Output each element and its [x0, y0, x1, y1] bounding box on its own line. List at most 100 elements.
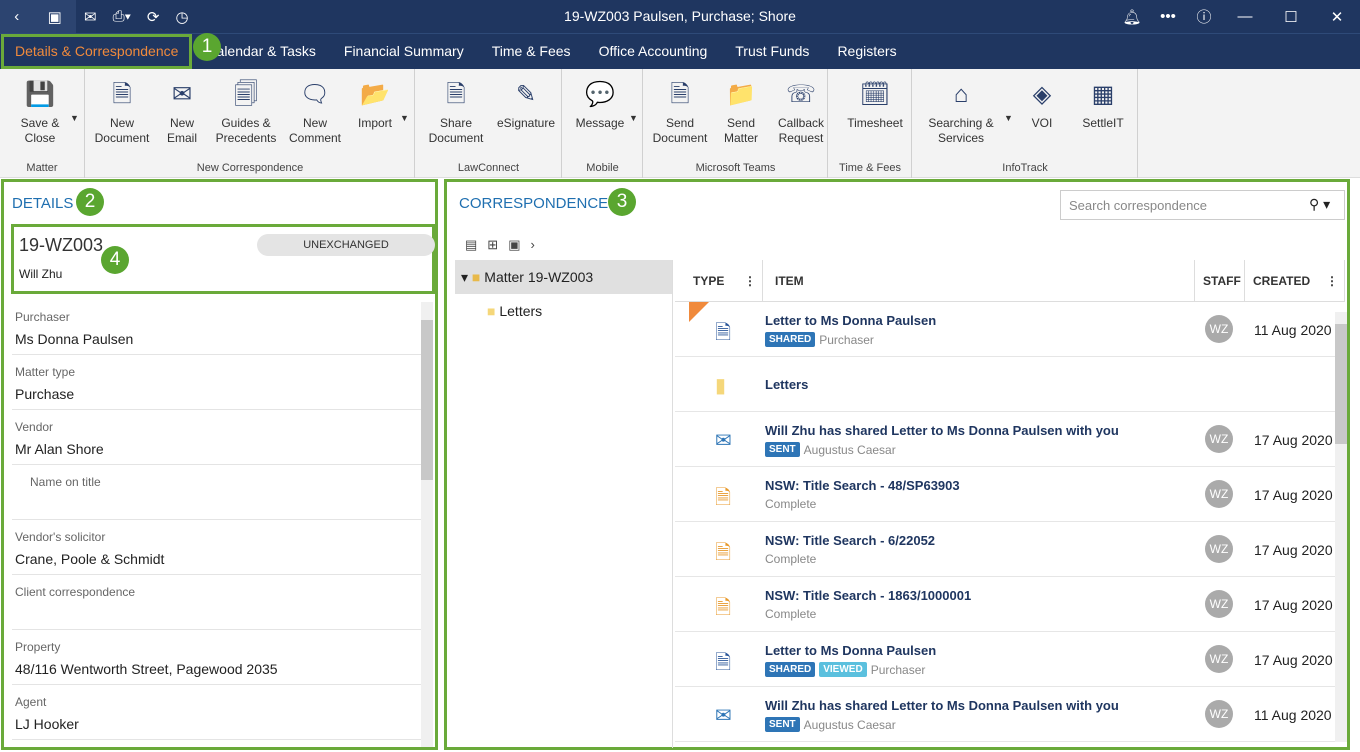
field-value[interactable]: Crane, Poole & Schmidt [15, 551, 421, 567]
message-options-dropdown-icon[interactable]: ▼ [629, 113, 638, 123]
close-icon[interactable]: ✕ [1314, 8, 1360, 26]
ribbon-button-label: New [302, 116, 327, 130]
item-recipient: Augustus Caesar [803, 442, 896, 457]
matter-owner: Will Zhu [19, 267, 63, 281]
ribbon-button-save--close[interactable]: 💾 Save & Close [12, 79, 68, 146]
title-search-icon: 🗎 [715, 487, 732, 509]
more-icon[interactable]: ••• [1150, 8, 1186, 25]
ribbon-button-import[interactable]: 📂 Import [350, 79, 400, 131]
status-tag: VIEWED [819, 662, 867, 677]
matter-id: 19-WZ003 [19, 235, 104, 255]
item-title[interactable]: Letter to Ms Donna Paulsen [765, 643, 936, 658]
created-date: 17 Aug 2020 [1254, 597, 1333, 613]
tab-trust-funds[interactable]: Trust Funds [721, 34, 823, 69]
title-search-icon: 🗎 [715, 597, 732, 619]
table-row[interactable]: 🗎 NSW: Title Search - 6/22052 Complete WZ 17… [675, 522, 1345, 577]
details-scrollbar[interactable] [421, 302, 433, 747]
item-title[interactable]: Will Zhu has shared Letter to Ms Donna P… [765, 423, 1119, 438]
import-options-dropdown-icon[interactable]: ▼ [400, 113, 409, 123]
ribbon-button-new-email[interactable]: ✉ New Email [160, 79, 204, 146]
new-email-icon: ✉ [171, 81, 193, 108]
table-row[interactable]: 🗎 Letter to Ms Donna Paulsen SHARED VIEWED P… [675, 632, 1345, 687]
table-row[interactable]: ✉ Will Zhu has shared Letter to Ms Donna … [675, 412, 1345, 467]
maximize-icon[interactable]: ☐ [1268, 8, 1314, 26]
ribbon-button-message[interactable]: 💬 Message [572, 79, 628, 131]
column-menu-icon[interactable]: ⋮ [744, 260, 756, 302]
save-options-dropdown-icon[interactable]: ▼ [70, 113, 79, 123]
item-title[interactable]: Will Zhu has shared Letter to Ms Donna P… [765, 698, 1119, 713]
tab-details-correspondence[interactable]: Details & Correspondence [1, 34, 193, 69]
column-header-staff[interactable]: STAFF [1195, 259, 1245, 302]
layout-icon[interactable]: ▤ [465, 237, 487, 252]
table-row[interactable]: 🗎 NSW: Title Search - 48/SP63903 Complete W… [675, 467, 1345, 522]
settleit-icon: ▦ [1091, 81, 1115, 108]
created-date: 17 Aug 2020 [1254, 542, 1333, 558]
item-title[interactable]: Letters [765, 377, 808, 392]
tab-time-fees[interactable]: Time & Fees [478, 34, 585, 69]
search-input[interactable]: Search correspondence [1060, 190, 1345, 220]
ribbon-button-timesheet[interactable]: 🗓 Timesheet [842, 79, 908, 131]
ribbon-button-label: Services [937, 131, 984, 145]
ribbon-button-voi[interactable]: ◈ VOI [1020, 79, 1064, 131]
tab-office-accounting[interactable]: Office Accounting [585, 34, 722, 69]
ribbon-button-label: Send [665, 116, 695, 130]
item-title[interactable]: NSW: Title Search - 48/SP63903 [765, 478, 960, 493]
column-menu-icon[interactable]: ⋮ [1326, 260, 1338, 302]
ribbon-button-send-matter[interactable]: 📁 Send Matter [716, 79, 766, 146]
field-value[interactable]: Ms Donna Paulsen [15, 331, 421, 347]
field-value[interactable]: Purchase [15, 386, 421, 402]
collapse-icon[interactable]: ▾ [461, 269, 472, 285]
correspondence-scrollbar[interactable] [1335, 312, 1347, 742]
item-title[interactable]: NSW: Title Search - 1863/1000001 [765, 588, 971, 603]
table-row[interactable]: 🗎 Letter to Ms Donna Paulsen SHARED Purchas… [675, 302, 1345, 357]
clock-icon[interactable]: ◷ [167, 8, 196, 26]
expand-icon[interactable]: ▣› [508, 237, 545, 252]
item-title[interactable]: Letter to Ms Donna Paulsen [765, 313, 936, 328]
ribbon-button-send-document[interactable]: 🗎 Send Document [650, 79, 710, 146]
table-row[interactable]: ▮ Letters [675, 357, 1345, 412]
table-row[interactable]: 🗎 NSW: Title Search - 1863/1000001 Complet… [675, 577, 1345, 632]
ribbon-button-share-document[interactable]: 🗎 Share Document [424, 79, 488, 146]
back-icon[interactable]: ‹ [6, 8, 27, 25]
ribbon-button-guides--precedents[interactable]: 🗐 Guides & Precedents [212, 79, 280, 146]
searching-options-dropdown-icon[interactable]: ▼ [1004, 113, 1013, 123]
field-value[interactable]: 48/116 Wentworth Street, Pagewood 2035 [15, 661, 421, 677]
help-icon[interactable]: ⓘ [1186, 6, 1222, 27]
search-icon[interactable]: ⚲ ▾ [1309, 196, 1330, 213]
bell-icon[interactable]: 🔔︎ [1114, 8, 1150, 26]
field-value[interactable]: LJ Hooker [15, 716, 421, 732]
item-recipient: Augustus Caesar [803, 717, 896, 732]
table-row[interactable]: ✉ Will Zhu has shared Letter to Ms Donna … [675, 687, 1345, 742]
minimize-icon[interactable]: — [1222, 8, 1268, 25]
matter-folder-icon[interactable]: ▣ [40, 8, 70, 26]
column-header-label: ITEM [775, 273, 804, 288]
tab-registers[interactable]: Registers [823, 34, 910, 69]
ribbon-button-searching--services[interactable]: ⌂ Searching & Services [924, 79, 998, 146]
item-title[interactable]: NSW: Title Search - 6/22052 [765, 533, 935, 548]
staff-avatar: WZ [1205, 700, 1233, 728]
ribbon-button-esignature[interactable]: ✎ eSignature [494, 79, 558, 131]
tree-item-letters[interactable]: ■ Letters [455, 294, 672, 328]
ribbon-button-new-document[interactable]: 🗎 New Document [90, 79, 154, 146]
folder-tree: ▾ ■ Matter 19-WZ003 ■ Letters [455, 260, 673, 748]
ribbon-button-callback-request[interactable]: ☏ Callback Request [772, 79, 830, 146]
ribbon-group-label: New Correspondence [196, 162, 304, 174]
field-value[interactable]: Mr Alan Shore [15, 441, 421, 457]
tab-financial-summary[interactable]: Financial Summary [330, 34, 478, 69]
refresh-icon[interactable]: ⟳ [139, 8, 168, 26]
column-header-item[interactable]: ITEM [763, 259, 1195, 302]
tree-label: Matter 19-WZ003 [484, 269, 594, 285]
tree-item-matter[interactable]: ▾ ■ Matter 19-WZ003 [455, 260, 672, 294]
column-header-type[interactable]: TYPE ⋮ [675, 259, 763, 302]
detail-field: Purchaser Ms Donna Paulsen [12, 300, 424, 355]
column-header-created[interactable]: CREATED ⋮ [1245, 259, 1345, 302]
ribbon-button-settleit[interactable]: ▦ SettleIT [1078, 79, 1128, 131]
ribbon-button-label: Searching & [928, 116, 994, 130]
item-subtitle: Complete [765, 552, 816, 566]
print-icon[interactable]: ⎙▾ [105, 8, 139, 25]
ribbon-button-new-comment[interactable]: 🗨 New Comment [284, 79, 346, 146]
ribbon-button-label: Email [166, 131, 197, 145]
mail-icon[interactable]: ✉ [76, 8, 105, 26]
guides-precedents-icon: 🗐 [234, 81, 258, 108]
add-doc-icon[interactable]: ⊞ [487, 237, 508, 252]
